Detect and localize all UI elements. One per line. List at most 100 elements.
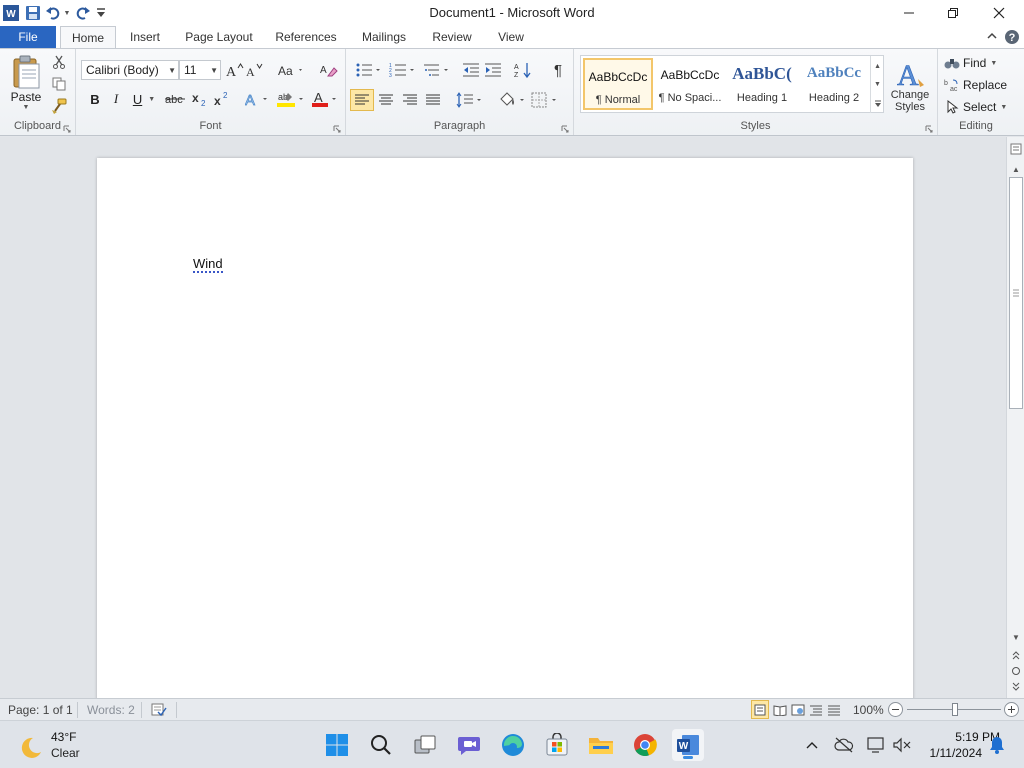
decrease-indent-button[interactable] <box>461 60 481 80</box>
chrome-button[interactable] <box>629 729 661 761</box>
browse-object-button[interactable] <box>1007 663 1024 679</box>
web-layout-button[interactable] <box>789 701 807 719</box>
select-button[interactable]: Select ▼ <box>944 97 1012 117</box>
line-spacing-button[interactable] <box>455 90 485 110</box>
sort-button[interactable]: AZ <box>513 60 535 80</box>
subscript-button[interactable]: x2 <box>190 89 210 109</box>
weather-widget[interactable] <box>18 735 44 761</box>
zoom-out-button[interactable] <box>888 702 903 717</box>
style-heading-2[interactable]: AaBbCc Heading 2 <box>799 58 869 110</box>
styles-scroll-up-button[interactable]: ▼ <box>870 56 884 75</box>
view-ruler-icon[interactable] <box>1007 141 1024 157</box>
strikethrough-button[interactable]: abc <box>164 89 188 109</box>
styles-more-button[interactable] <box>870 94 884 113</box>
font-size-box[interactable]: 11 ▼ <box>179 60 221 80</box>
font-family-box[interactable]: Calibri (Body) ▼ <box>81 60 179 80</box>
document-text[interactable]: Wind <box>193 256 223 273</box>
superscript-button[interactable]: x2 <box>212 89 232 109</box>
help-icon[interactable]: ? <box>1004 29 1020 45</box>
align-center-button[interactable] <box>375 90 397 110</box>
word-count[interactable]: Words: 2 <box>87 703 135 717</box>
previous-page-button[interactable] <box>1007 647 1024 663</box>
tab-insert[interactable]: Insert <box>122 26 168 48</box>
weather-temperature[interactable]: 43°F <box>51 730 76 744</box>
weather-description[interactable]: Clear <box>51 746 80 760</box>
clock-date[interactable]: 1/11/2024 <box>905 746 983 760</box>
find-button[interactable]: Find ▼ <box>944 53 1010 73</box>
text-effects-button[interactable]: A <box>244 89 272 109</box>
teams-chat-button[interactable] <box>453 729 485 761</box>
format-painter-button[interactable] <box>50 97 68 115</box>
full-screen-reading-button[interactable] <box>771 701 789 719</box>
justify-button[interactable] <box>422 90 444 110</box>
onedrive-button[interactable] <box>830 729 858 761</box>
proofing-status-icon[interactable] <box>150 701 168 719</box>
bullets-button[interactable] <box>354 60 386 80</box>
file-explorer-button[interactable] <box>585 729 617 761</box>
style-normal[interactable]: AaBbCcDc ¶ Normal <box>583 58 653 110</box>
cut-button[interactable] <box>50 53 68 71</box>
network-button[interactable] <box>862 729 890 761</box>
shading-button[interactable] <box>496 90 528 110</box>
grow-font-button[interactable]: A <box>226 60 244 80</box>
show-formatting-button[interactable]: ¶ <box>548 60 568 80</box>
minimize-ribbon-icon[interactable] <box>985 29 1001 45</box>
increase-indent-button[interactable] <box>483 60 503 80</box>
style-heading-1[interactable]: AaBbC( Heading 1 <box>727 58 797 110</box>
styles-scroll-down-button[interactable]: ▼ <box>870 75 884 94</box>
tab-home[interactable]: Home <box>60 26 116 49</box>
edge-browser-button[interactable] <box>497 729 529 761</box>
tab-view[interactable]: View <box>490 26 532 48</box>
search-button[interactable] <box>365 729 397 761</box>
tab-references[interactable]: References <box>270 26 342 48</box>
page-count[interactable]: Page: 1 of 1 <box>8 703 73 717</box>
styles-launcher-icon[interactable] <box>925 122 933 133</box>
underline-button[interactable]: U ▼ <box>130 89 158 109</box>
style-no-spacing[interactable]: AaBbCcDc ¶ No Spaci... <box>655 58 725 110</box>
font-color-button[interactable]: A <box>310 89 340 109</box>
zoom-in-button[interactable] <box>1004 702 1019 717</box>
numbering-button[interactable]: 123 <box>388 60 420 80</box>
vertical-scrollbar[interactable]: ▲ ▼ <box>1006 137 1024 698</box>
zoom-slider-thumb[interactable] <box>952 703 958 716</box>
bold-button[interactable]: B <box>86 89 104 109</box>
clear-formatting-button[interactable]: A <box>319 60 339 80</box>
shrink-font-button[interactable]: A <box>246 60 264 80</box>
outline-view-button[interactable] <box>807 701 825 719</box>
multilevel-list-button[interactable] <box>422 60 454 80</box>
borders-button[interactable] <box>530 90 562 110</box>
minimize-button[interactable] <box>886 0 932 26</box>
draft-view-button[interactable] <box>825 701 843 719</box>
task-view-button[interactable] <box>409 729 441 761</box>
tab-review[interactable]: Review <box>426 26 478 48</box>
next-page-button[interactable] <box>1007 679 1024 695</box>
clipboard-launcher-icon[interactable] <box>63 122 71 133</box>
change-styles-button[interactable]: A Change Styles <box>888 53 932 119</box>
align-left-button[interactable] <box>350 89 374 111</box>
word-taskbar-button[interactable]: W <box>672 729 704 761</box>
font-launcher-icon[interactable] <box>333 122 341 133</box>
copy-button[interactable] <box>50 75 68 93</box>
document-body[interactable]: Wind <box>193 256 223 273</box>
close-button[interactable] <box>976 0 1022 26</box>
zoom-level[interactable]: 100% <box>853 703 884 717</box>
scroll-thumb[interactable] <box>1009 177 1023 409</box>
align-right-button[interactable] <box>399 90 421 110</box>
paste-button[interactable]: Paste ▼ <box>4 53 48 113</box>
scroll-up-arrow[interactable]: ▲ <box>1007 161 1024 177</box>
tab-page-layout[interactable]: Page Layout <box>180 26 258 48</box>
tab-file[interactable]: File <box>0 26 56 48</box>
paragraph-launcher-icon[interactable] <box>561 122 569 133</box>
scroll-down-arrow[interactable]: ▼ <box>1007 629 1024 645</box>
document-page[interactable]: Wind <box>97 158 913 698</box>
microsoft-store-button[interactable] <box>541 729 573 761</box>
tab-mailings[interactable]: Mailings <box>354 26 414 48</box>
print-layout-view-button[interactable] <box>751 700 769 719</box>
show-hidden-icons-button[interactable] <box>798 729 826 761</box>
replace-button[interactable]: b ac Replace <box>944 75 1012 95</box>
change-case-button[interactable]: Aa <box>277 60 307 80</box>
notifications-button[interactable] <box>986 729 1008 761</box>
italic-button[interactable]: I <box>107 89 125 109</box>
restore-button[interactable] <box>930 0 976 26</box>
text-highlight-button[interactable]: ab <box>275 89 307 109</box>
